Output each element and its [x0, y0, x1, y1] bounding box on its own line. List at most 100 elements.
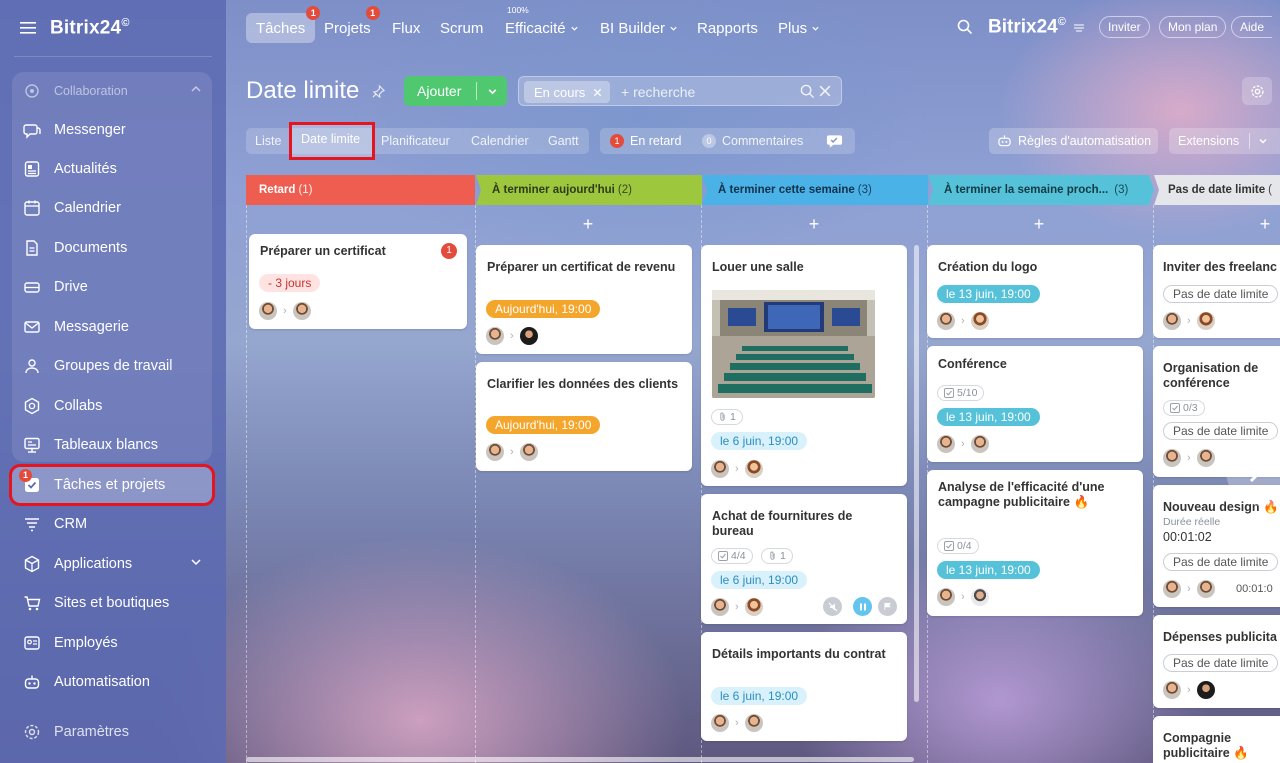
avatar[interactable]: [1196, 580, 1215, 598]
clear-icon[interactable]: [819, 85, 831, 97]
view-tab-gantt[interactable]: Gantt: [548, 128, 579, 154]
column-header-retard[interactable]: Retard (1): [246, 175, 475, 205]
avatar[interactable]: [1163, 449, 1181, 467]
avatar[interactable]: [1163, 580, 1181, 598]
overdue-label[interactable]: En retard: [630, 134, 681, 148]
sidebar-group-collaboration[interactable]: Collaboration: [12, 73, 212, 109]
overdue-counter[interactable]: 1: [610, 134, 624, 148]
view-tab-planificateur[interactable]: Planificateur: [381, 128, 450, 154]
add-task-semaine-prochaine-button[interactable]: +: [1029, 214, 1049, 235]
tab-scrum[interactable]: Scrum: [440, 13, 483, 43]
avatar[interactable]: [519, 327, 538, 345]
avatar[interactable]: [711, 598, 729, 616]
avatar[interactable]: [970, 588, 989, 606]
avatar[interactable]: [711, 460, 729, 478]
invite-button[interactable]: Inviter: [1099, 16, 1150, 38]
task-card[interactable]: Détails importants du contrat le 6 juin,…: [701, 632, 907, 741]
sidebar-item-calendrier[interactable]: Calendrier: [12, 190, 212, 226]
task-card[interactable]: Achat de fournitures de bureau 4/4 1 le …: [701, 494, 907, 624]
task-card[interactable]: Conférence 5/10 le 13 juin, 19:00 ›: [927, 346, 1143, 462]
sidebar-item-messagerie[interactable]: Messagerie: [12, 309, 212, 345]
deadline-badge[interactable]: le 13 juin, 19:00: [937, 285, 1040, 303]
sidebar-item-applications[interactable]: Applications: [12, 546, 212, 582]
deadline-badge[interactable]: Aujourd'hui, 19:00: [486, 416, 601, 434]
deadline-badge[interactable]: Pas de date limite: [1163, 654, 1279, 672]
sidebar-item-messenger[interactable]: Messenger: [12, 112, 212, 148]
search-input[interactable]: + recherche: [621, 84, 695, 100]
avatar[interactable]: [486, 327, 504, 345]
avatar[interactable]: [1163, 312, 1181, 330]
deadline-badge[interactable]: le 6 juin, 19:00: [711, 687, 808, 705]
mute-icon[interactable]: [823, 597, 842, 616]
checklist-counter[interactable]: 4/4: [711, 548, 753, 564]
sidebar-item-drive[interactable]: Drive: [12, 269, 212, 305]
task-card[interactable]: Création du logo le 13 juin, 19:00 ›: [927, 245, 1143, 338]
comments-counter[interactable]: 0: [702, 134, 716, 148]
add-button[interactable]: Ajouter: [404, 76, 507, 106]
task-card[interactable]: Inviter des freelanc Pas de date limite …: [1153, 245, 1280, 338]
chevron-down-icon[interactable]: [1258, 136, 1268, 146]
add-task-aujourdhui-button[interactable]: +: [578, 214, 598, 235]
sidebar-item-parametres[interactable]: Paramètres: [12, 714, 212, 750]
pause-icon[interactable]: [853, 597, 872, 616]
avatar[interactable]: [744, 460, 763, 478]
sidebar-item-crm[interactable]: CRM: [12, 506, 212, 542]
chevron-down-icon[interactable]: [190, 556, 202, 568]
filter-search[interactable]: En cours + recherche: [518, 76, 842, 106]
sidebar-item-sites-boutiques[interactable]: Sites et boutiques: [12, 585, 212, 621]
sidebar-item-groupes[interactable]: Groupes de travail: [12, 348, 212, 384]
deadline-badge[interactable]: le 6 juin, 19:00: [711, 432, 808, 450]
add-task-cette-semaine-button[interactable]: +: [804, 214, 824, 235]
search-icon[interactable]: [957, 19, 973, 35]
extensions-button[interactable]: Extensions: [1169, 128, 1280, 154]
avatar[interactable]: [970, 435, 989, 453]
task-card[interactable]: Préparer un certificat 1 - 3 jours ›: [249, 234, 467, 329]
view-tab-date-limite[interactable]: Date limite: [289, 122, 375, 160]
sidebar-item-automatisation[interactable]: Automatisation: [12, 664, 212, 700]
automation-rules-button[interactable]: Règles d'automatisation: [989, 128, 1158, 154]
sidebar-item-taches-projets[interactable]: 1 Tâches et projets: [9, 464, 215, 506]
avatar[interactable]: [711, 714, 729, 732]
attachment-counter[interactable]: 1: [761, 548, 793, 564]
deadline-badge[interactable]: Aujourd'hui, 19:00: [486, 300, 601, 318]
deadline-badge[interactable]: le 13 juin, 19:00: [937, 408, 1040, 426]
tab-taches[interactable]: Tâches 1: [246, 6, 321, 43]
finish-flag-icon[interactable]: [878, 597, 897, 616]
filter-chip-en-cours[interactable]: En cours: [524, 81, 611, 103]
sidebar-item-documents[interactable]: Documents: [12, 230, 212, 266]
deadline-badge[interactable]: Pas de date limite: [1163, 553, 1279, 571]
vertical-scrollbar[interactable]: [914, 245, 919, 702]
checklist-counter[interactable]: 0/3: [1163, 400, 1205, 416]
column-header-pas-de-date[interactable]: Pas de date limite(: [1154, 175, 1280, 205]
avatar[interactable]: [937, 312, 955, 330]
deadline-badge[interactable]: le 13 juin, 19:00: [937, 561, 1040, 579]
tab-rapports[interactable]: Rapports: [697, 13, 758, 43]
deadline-badge[interactable]: - 3 jours: [259, 274, 321, 292]
hamburger-menu-icon[interactable]: [20, 21, 36, 35]
avatar[interactable]: [1196, 681, 1215, 699]
add-task-pas-de-date-button[interactable]: +: [1255, 214, 1275, 235]
checklist-counter[interactable]: 0/4: [937, 538, 979, 554]
avatar[interactable]: [1163, 681, 1181, 699]
close-icon[interactable]: [593, 88, 602, 97]
comments-label[interactable]: Commentaires: [722, 134, 803, 148]
sidebar-item-tableaux-blancs[interactable]: Tableaux blancs: [12, 427, 212, 463]
tab-projets[interactable]: Projets 1: [324, 6, 380, 43]
tab-plus[interactable]: Plus: [778, 13, 820, 43]
my-plan-button[interactable]: Mon plan: [1159, 16, 1227, 38]
task-card[interactable]: Louer une salle 1 le 6 juin, 19:00 ›: [701, 245, 907, 486]
sidebar-item-actualites[interactable]: Actualités: [12, 151, 212, 187]
avatar[interactable]: [519, 443, 538, 461]
avatar[interactable]: [937, 435, 955, 453]
task-card[interactable]: Clarifier les données des clients Aujour…: [476, 362, 692, 471]
column-header-aujourdhui[interactable]: À terminer aujourd'hui (2): [476, 175, 702, 205]
deadline-badge[interactable]: Pas de date limite: [1163, 285, 1279, 303]
deadline-badge[interactable]: le 6 juin, 19:00: [711, 571, 808, 589]
avatar[interactable]: [1196, 449, 1215, 467]
checklist-counter[interactable]: 5/10: [937, 385, 985, 401]
avatar[interactable]: [1196, 312, 1215, 330]
task-card[interactable]: Analyse de l'efficacité d'une campagne p…: [927, 470, 1143, 616]
pin-icon[interactable]: [372, 85, 386, 99]
chevron-up-icon[interactable]: [190, 83, 202, 95]
task-card[interactable]: Préparer un certificat de revenu Aujourd…: [476, 245, 692, 354]
